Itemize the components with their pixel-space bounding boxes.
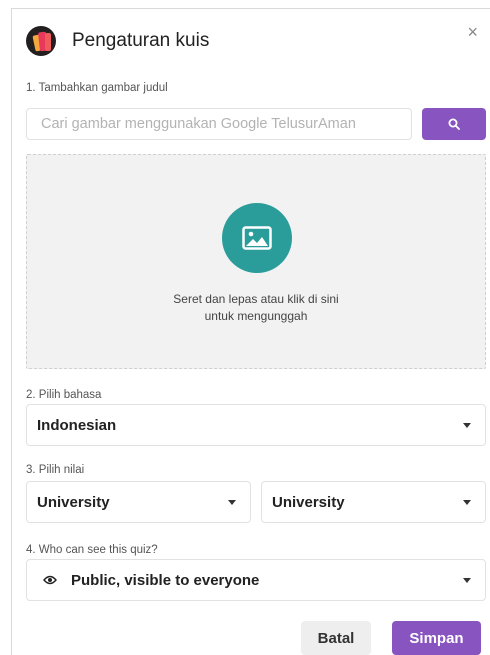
dialog-header: Pengaturan kuis bbox=[26, 21, 209, 61]
dropzone-text-line2: untuk mengunggah bbox=[204, 309, 308, 323]
language-select[interactable]: Indonesian bbox=[26, 404, 486, 446]
image-upload-dropzone[interactable]: Seret dan lepas atau klik di sini untuk … bbox=[26, 154, 486, 369]
chevron-down-icon bbox=[228, 500, 236, 505]
save-button[interactable]: Simpan bbox=[392, 621, 481, 655]
image-search-input[interactable] bbox=[26, 108, 412, 140]
step1-label: 1. Tambahkan gambar judul bbox=[26, 82, 168, 94]
visibility-select-value: Public, visible to everyone bbox=[71, 571, 260, 589]
chevron-down-icon bbox=[463, 500, 471, 505]
app-logo bbox=[26, 26, 56, 56]
eye-icon bbox=[43, 575, 57, 585]
image-upload-circle bbox=[222, 203, 292, 273]
close-icon[interactable]: × bbox=[467, 23, 478, 41]
grade-to-select[interactable]: University bbox=[261, 481, 486, 523]
image-search-button[interactable] bbox=[422, 108, 486, 140]
chevron-down-icon bbox=[463, 578, 471, 583]
step4-label: 4. Who can see this quiz? bbox=[26, 544, 158, 556]
dropzone-text-line1: Seret dan lepas atau klik di sini bbox=[173, 292, 339, 306]
grade-from-value: University bbox=[37, 493, 110, 511]
search-icon bbox=[448, 118, 460, 130]
step3-label: 3. Pilih nilai bbox=[26, 464, 85, 476]
grade-to-value: University bbox=[272, 493, 345, 511]
image-icon bbox=[242, 226, 272, 250]
language-select-value: Indonesian bbox=[37, 416, 117, 434]
chevron-down-icon bbox=[463, 423, 471, 428]
dialog-title: Pengaturan kuis bbox=[72, 30, 210, 51]
cancel-button[interactable]: Batal bbox=[301, 621, 371, 655]
grade-from-select[interactable]: University bbox=[26, 481, 251, 523]
step2-label: 2. Pilih bahasa bbox=[26, 389, 102, 401]
visibility-select[interactable]: Public, visible to everyone bbox=[26, 559, 486, 601]
quiz-settings-dialog: Pengaturan kuis × 1. Tambahkan gambar ju… bbox=[11, 8, 490, 655]
